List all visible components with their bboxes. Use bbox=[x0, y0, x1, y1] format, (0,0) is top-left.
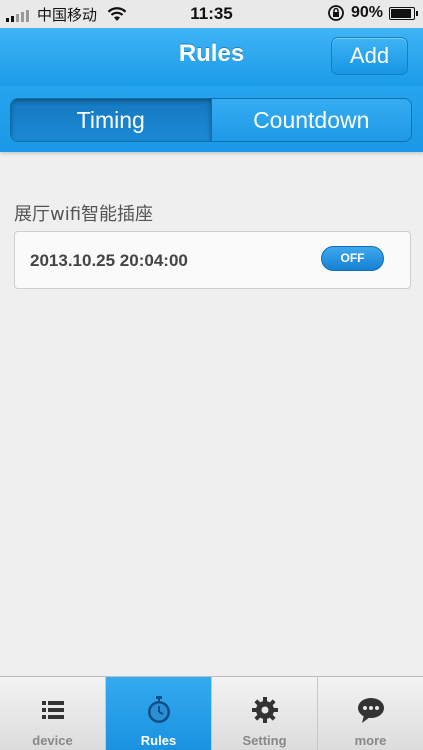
rule-time: 2013.10.25 20:04:00 bbox=[30, 251, 188, 270]
rotation-lock-icon bbox=[328, 5, 344, 21]
list-icon bbox=[41, 701, 64, 719]
tabbar-label-device: device bbox=[32, 733, 73, 748]
tabbar-item-setting[interactable]: Setting bbox=[212, 677, 318, 750]
status-bar: 中国移动 11:35 90% bbox=[0, 0, 423, 28]
gear-icon bbox=[251, 697, 278, 723]
rule-toggle-switch[interactable]: OFF bbox=[321, 246, 384, 271]
tab-countdown[interactable]: Countdown bbox=[210, 99, 411, 141]
segment-bar: Timing Countdown bbox=[0, 86, 423, 152]
rule-row[interactable]: 2013.10.25 20:04:00 OFF bbox=[14, 231, 411, 289]
battery-icon bbox=[389, 6, 418, 20]
tabbar-item-rules[interactable]: Rules bbox=[106, 677, 212, 750]
tabbar-label-rules: Rules bbox=[140, 733, 177, 748]
tab-bar: device Rules Setting more bbox=[0, 676, 423, 750]
rule-type-segmented-control: Timing Countdown bbox=[10, 98, 412, 142]
tabbar-label-more: more bbox=[354, 733, 387, 748]
battery-percent: 90% bbox=[350, 4, 383, 21]
add-rule-button[interactable]: Add bbox=[331, 37, 408, 75]
tab-timing[interactable]: Timing bbox=[11, 99, 211, 141]
tabbar-label-setting: Setting bbox=[242, 733, 287, 748]
battery-fill bbox=[391, 8, 411, 18]
chat-bubble-icon bbox=[357, 698, 384, 723]
status-right: 90% bbox=[327, 4, 418, 22]
device-name-heading: 展厅wifi智能插座 bbox=[14, 204, 154, 225]
tabbar-item-more[interactable]: more bbox=[318, 677, 423, 750]
tabbar-item-device[interactable]: device bbox=[0, 677, 106, 750]
stopwatch-icon bbox=[147, 696, 170, 723]
navigation-bar: Rules Add bbox=[0, 28, 423, 86]
